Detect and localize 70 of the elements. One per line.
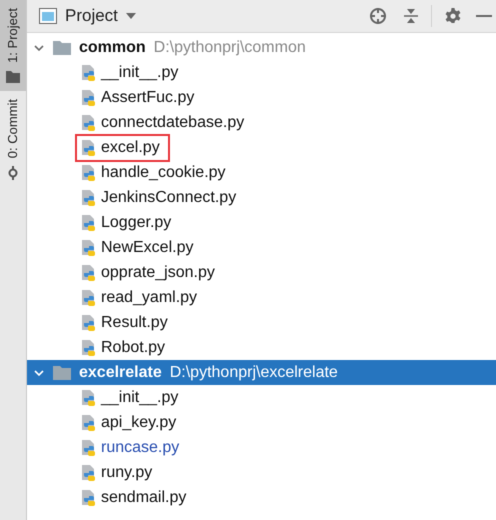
python-file-icon <box>80 464 98 482</box>
file-row[interactable]: __init__.py <box>77 60 186 84</box>
file-name: Logger.py <box>101 212 172 232</box>
python-file-icon <box>80 264 98 282</box>
python-file-icon <box>80 338 98 356</box>
file-name: opprate_json.py <box>101 262 215 282</box>
file-row[interactable]: excel.py <box>77 136 168 160</box>
folder-name: common <box>79 38 146 58</box>
file-row[interactable]: sendmail.py <box>77 486 194 510</box>
view-dropdown[interactable]: Project <box>65 3 136 29</box>
collapse-all-icon[interactable] <box>403 7 419 25</box>
file-name: Robot.py <box>101 338 166 358</box>
folder-path: D:\pythonprj\common <box>154 38 306 58</box>
file-name: runy.py <box>101 462 152 482</box>
python-file-icon <box>80 88 98 106</box>
file-name: connectdatebase.py <box>101 112 244 132</box>
commit-icon <box>6 166 20 180</box>
file-row[interactable]: JenkinsConnect.py <box>77 186 244 210</box>
file-row[interactable]: runy.py <box>77 460 160 484</box>
file-name: AssertFuc.py <box>101 88 194 108</box>
file-name: __init__.py <box>101 388 178 408</box>
file-name: runcase.py <box>101 438 180 458</box>
python-file-icon <box>80 414 98 432</box>
minimize-icon[interactable] <box>476 14 492 18</box>
file-row[interactable]: runcase.py <box>77 436 188 460</box>
settings-icon[interactable] <box>444 7 462 25</box>
folder-row[interactable]: common D:\pythonprj\common <box>27 35 496 60</box>
file-row[interactable]: handle_cookie.py <box>77 160 234 184</box>
file-name: handle_cookie.py <box>101 162 226 182</box>
project-window-icon <box>39 8 57 24</box>
file-row[interactable]: Logger.py <box>77 210 180 234</box>
file-name: api_key.py <box>101 412 176 432</box>
file-row[interactable]: NewExcel.py <box>77 236 202 260</box>
file-name: JenkinsConnect.py <box>101 188 236 208</box>
file-name: excel.py <box>101 138 160 158</box>
python-file-icon <box>80 238 98 256</box>
python-file-icon <box>80 114 98 132</box>
folder-icon <box>53 40 71 55</box>
tool-window-tab[interactable]: 0: Commit <box>0 90 26 188</box>
python-file-icon <box>80 138 98 156</box>
crosshair-icon[interactable] <box>369 7 387 25</box>
folder-row[interactable]: excelrelate D:\pythonprj\excelrelate <box>27 360 496 385</box>
python-file-icon <box>80 314 98 332</box>
file-name: NewExcel.py <box>101 238 194 258</box>
python-file-icon <box>80 388 98 406</box>
file-row[interactable]: __init__.py <box>77 386 186 410</box>
folder-name: excelrelate <box>79 362 162 382</box>
file-row[interactable]: AssertFuc.py <box>77 86 202 110</box>
folder-path: D:\pythonprj\excelrelate <box>170 362 338 382</box>
folder-icon <box>53 365 71 380</box>
file-row[interactable]: Result.py <box>77 310 176 334</box>
file-name: sendmail.py <box>101 488 186 508</box>
file-row[interactable]: opprate_json.py <box>77 260 223 284</box>
python-file-icon <box>80 488 98 506</box>
python-file-icon <box>80 288 98 306</box>
python-file-icon <box>80 164 98 182</box>
file-name: __init__.py <box>101 62 178 82</box>
file-row[interactable]: Robot.py <box>77 336 174 360</box>
file-name: Result.py <box>101 312 168 332</box>
tool-window-tab[interactable]: 1: Project <box>0 0 26 91</box>
file-row[interactable]: api_key.py <box>77 410 184 434</box>
file-row[interactable]: read_yaml.py <box>77 286 206 310</box>
file-name: read_yaml.py <box>101 288 198 308</box>
python-file-icon <box>80 64 98 82</box>
python-file-icon <box>80 214 98 232</box>
python-file-icon <box>80 438 98 456</box>
python-file-icon <box>80 188 98 206</box>
caret-icon <box>126 13 136 19</box>
file-row[interactable]: connectdatebase.py <box>77 110 252 134</box>
folder-icon <box>6 70 20 83</box>
